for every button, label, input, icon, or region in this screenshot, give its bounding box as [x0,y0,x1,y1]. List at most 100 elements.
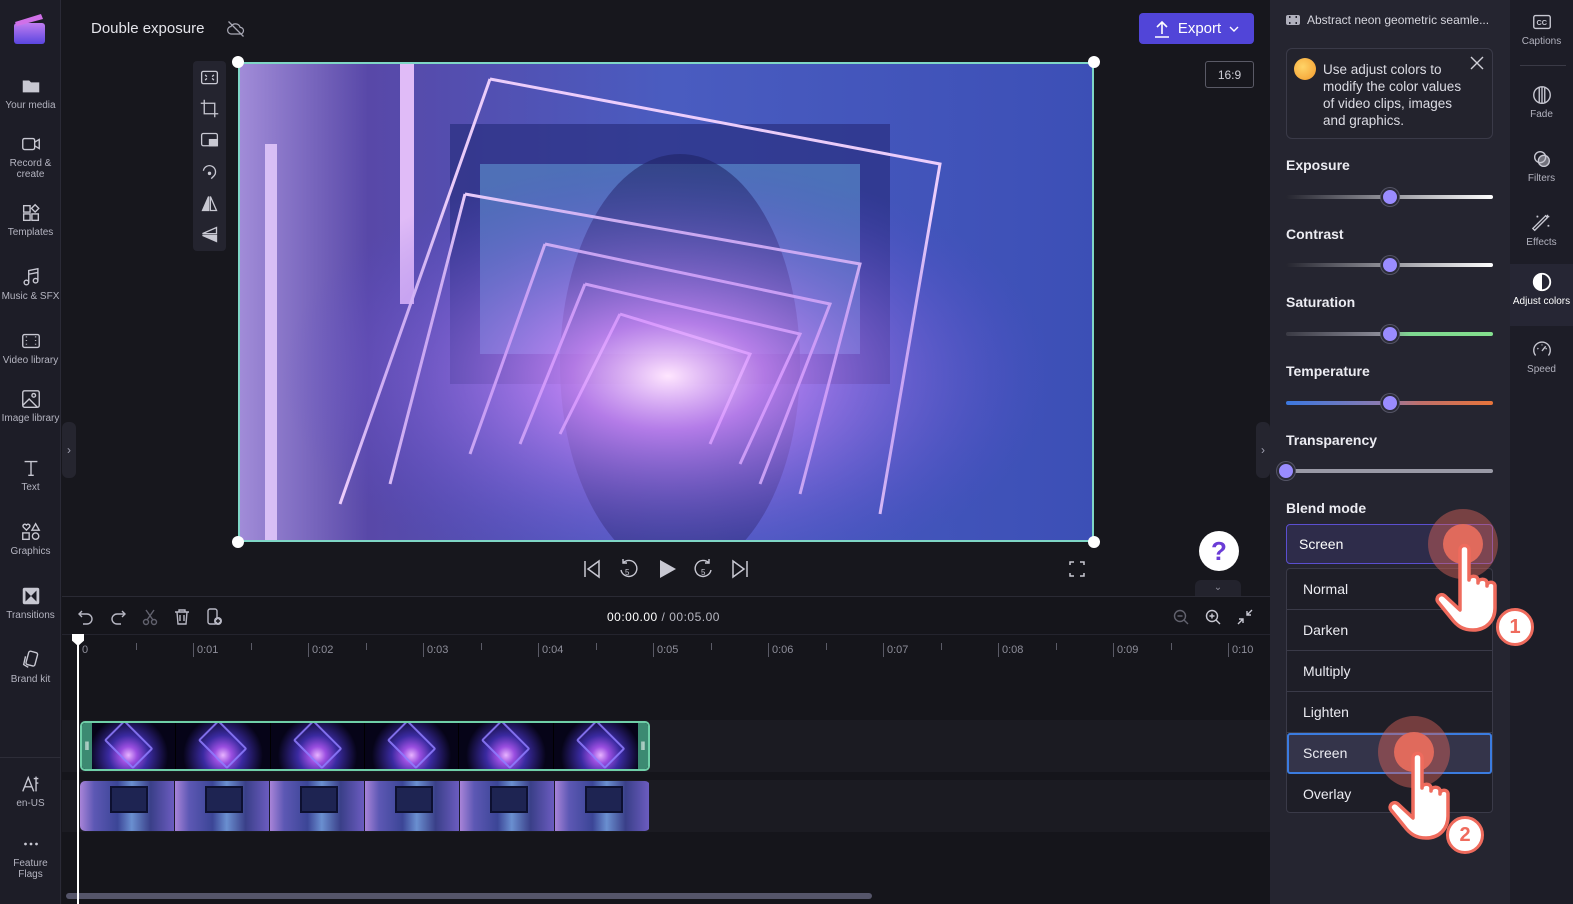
flip-horizontal-icon[interactable] [199,193,220,214]
contrast-slider[interactable] [1286,256,1493,274]
rail-item-adjust-colors[interactable]: Adjust colors [1510,264,1573,326]
sidebar-item-language[interactable]: en-US [0,773,61,809]
flip-vertical-icon[interactable] [199,224,220,245]
contrast-slider-thumb[interactable] [1380,256,1399,274]
ruler-tick-label: 0:08 [998,643,1023,657]
aspect-ratio-button[interactable]: 16:9 [1205,61,1254,88]
rotate-icon[interactable] [199,162,220,183]
clip-frame-thumbnail [553,723,648,769]
crop-icon[interactable] [199,98,220,119]
ruler-tick-label: 0:10 [1228,643,1253,657]
saturation-slider[interactable] [1286,325,1493,343]
contrast-label: Contrast [1286,226,1344,242]
effects-icon [1531,214,1549,232]
sidebar-item-templates[interactable]: Templates [0,202,61,238]
blend-option-multiply[interactable]: Multiply [1287,651,1492,692]
video-preview[interactable] [238,62,1094,542]
export-button[interactable]: Export [1139,13,1254,44]
sidebar-item-transitions[interactable]: Transitions [0,585,61,621]
clip-trim-handle-right[interactable]: ‖ [638,723,648,769]
sidebar-item-text[interactable]: Text [0,457,61,493]
undo-icon[interactable] [77,608,95,626]
exposure-label: Exposure [1286,157,1350,173]
exposure-slider-thumb[interactable] [1380,188,1399,206]
ruler-minor-tick [710,643,712,650]
fit-timeline-icon[interactable] [1236,608,1254,626]
transparency-slider-thumb[interactable] [1277,462,1295,480]
redo-icon[interactable] [109,608,127,626]
forward-5s-icon[interactable]: 5 [693,556,715,582]
rail-item-effects[interactable]: Effects [1510,212,1573,248]
timeline-scrollbar[interactable] [66,893,872,899]
sidebar-item-image-library[interactable]: Image library [0,388,61,424]
fit-icon[interactable] [199,67,220,88]
close-icon[interactable] [1470,56,1484,70]
collapse-right-panel-button[interactable]: › [1256,422,1270,478]
temperature-slider[interactable] [1286,394,1493,412]
base-video-clip[interactable] [80,781,650,831]
playhead[interactable] [77,634,79,904]
rail-label: Fade [1530,109,1553,120]
saturation-slider-thumb[interactable] [1380,325,1399,343]
sidebar-label: Transitions [6,610,55,621]
transparency-label: Transparency [1286,432,1378,448]
sidebar-item-video-library[interactable]: Video library [0,330,61,366]
clip-frame-thumbnail [270,781,365,831]
ruler-minor-tick [135,643,137,650]
sidebar-item-record-create[interactable]: Record & create [0,133,61,180]
rail-item-filters[interactable]: Filters [1510,148,1573,184]
clip-frame-thumbnail [82,723,177,769]
expand-left-panel-button[interactable]: › [62,422,76,478]
timeline-ruler[interactable]: 0 0:01 0:02 0:03 0:04 0:05 0:06 0:07 0:08 0:09 0:1… [62,634,1270,660]
chevron-right-icon: › [1261,443,1265,457]
transparency-slider[interactable] [1277,462,1493,480]
clip-trim-handle-left[interactable]: ‖ [82,723,92,769]
ruler-tick-label: 0:03 [423,643,448,657]
help-button[interactable]: ? [1199,531,1239,571]
app-logo[interactable] [13,12,46,45]
resize-handle-top-left[interactable] [232,56,244,68]
exposure-slider[interactable] [1286,188,1493,206]
delete-icon[interactable] [173,608,191,626]
svg-text:5: 5 [625,568,630,577]
adjust-colors-icon [1532,272,1551,292]
pip-icon[interactable] [199,130,220,151]
help-collapse-button[interactable]: ⌄ [1195,580,1241,596]
chevron-right-icon: › [67,443,71,457]
sidebar-item-feature-flags[interactable]: Feature Flags [0,833,61,880]
skip-to-start-icon[interactable] [583,556,601,582]
overlay-clip[interactable]: ‖ ‖ [80,721,650,771]
play-icon[interactable] [656,556,678,582]
ruler-minor-tick [1170,643,1172,650]
project-title[interactable]: Double exposure [91,20,204,37]
ruler-minor-tick [1055,643,1057,650]
rail-item-fade[interactable]: Fade [1510,84,1573,120]
zoom-out-icon[interactable] [1172,608,1190,626]
clip-frame-thumbnail [270,723,365,769]
resize-handle-bottom-right[interactable] [1088,536,1100,548]
sidebar-item-music-sfx[interactable]: Music & SFX [0,266,61,302]
split-icon[interactable] [141,608,159,626]
clip-frame-thumbnail [364,723,460,769]
sidebar-item-your-media[interactable]: Your media [0,75,61,111]
preview-toolbar [193,61,226,251]
transition-icon [22,587,39,605]
rail-item-speed[interactable]: Speed [1510,339,1573,375]
add-media-icon[interactable] [205,608,223,626]
sidebar-item-brand-kit[interactable]: Brand kit [0,649,61,685]
resize-handle-bottom-left[interactable] [232,536,244,548]
rail-label: Speed [1527,364,1556,375]
rewind-5s-icon[interactable]: 5 [617,556,639,582]
temperature-slider-thumb[interactable] [1380,394,1399,412]
svg-text:CC: CC [1536,18,1547,27]
zoom-in-icon[interactable] [1204,608,1222,626]
time-separator: / [657,610,670,624]
language-icon [21,775,38,792]
more-icon [23,842,38,846]
fullscreen-icon[interactable] [1068,556,1086,582]
chevron-down-icon [1229,26,1239,32]
skip-to-end-icon[interactable] [731,556,749,582]
rail-item-captions[interactable]: CC Captions [1510,11,1573,47]
resize-handle-top-right[interactable] [1088,56,1100,68]
sidebar-item-graphics[interactable]: Graphics [0,521,61,557]
